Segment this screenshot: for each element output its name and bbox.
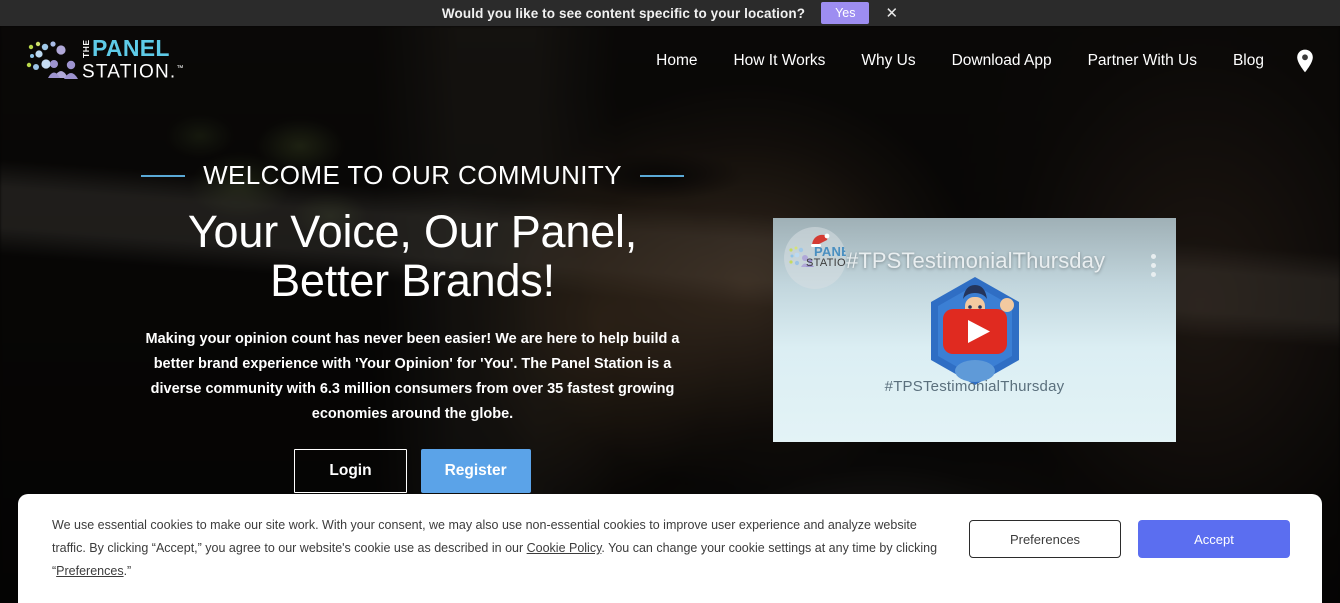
hero-paragraph: Making your opinion count has never been…	[145, 331, 680, 422]
preferences-button[interactable]: Preferences	[969, 520, 1121, 558]
cookie-banner-text: We use essential cookies to make our sit…	[52, 514, 952, 583]
site-logo[interactable]: THE PANEL STATION.™	[26, 36, 201, 84]
cookie-banner-buttons: Preferences Accept	[969, 520, 1290, 558]
video-character-graphic	[927, 275, 1023, 387]
hero-eyebrow: WELCOME TO OUR COMMUNITY	[203, 160, 622, 190]
location-pin-icon[interactable]	[1296, 49, 1314, 73]
hero-headline-line1: Your Voice, Our Panel,	[187, 206, 638, 257]
location-prompt-message: Would you like to see content specific t…	[441, 5, 806, 21]
hero-headline: Your Voice, Our Panel, Better Brands!	[110, 207, 715, 305]
register-button[interactable]: Register	[420, 449, 531, 493]
site-header: THE PANEL STATION.™ Home How It Works Wh…	[0, 26, 1340, 96]
logo-people-dots-icon	[26, 38, 86, 82]
cookie-text-part3: .”	[123, 564, 132, 578]
location-yes-button[interactable]: Yes	[821, 2, 870, 24]
preferences-link[interactable]: Preferences	[56, 564, 123, 578]
main-navigation: Home How It Works Why Us Download App Pa…	[638, 26, 1314, 96]
youtube-video-embed[interactable]: PANEL STATION #TPSTestimonialThursday	[773, 218, 1176, 442]
location-prompt-bar: Would you like to see content specific t…	[0, 0, 1340, 26]
nav-item-why-us[interactable]: Why Us	[843, 52, 933, 70]
accept-button[interactable]: Accept	[1138, 520, 1290, 558]
nav-item-download-app[interactable]: Download App	[934, 52, 1070, 70]
hero-eyebrow-row: WELCOME TO OUR COMMUNITY	[110, 160, 715, 191]
hero-action-buttons: Login Register	[110, 449, 715, 493]
eyebrow-line-right	[639, 174, 684, 177]
nav-item-home[interactable]: Home	[638, 52, 715, 70]
cookie-policy-link[interactable]: Cookie Policy	[527, 541, 602, 555]
logo-the-text: THE	[81, 39, 91, 59]
video-caption: #TPSTestimonialThursday	[884, 378, 1065, 395]
cookie-consent-banner: We use essential cookies to make our sit…	[18, 494, 1322, 603]
hero-headline-line2: Better Brands!	[270, 255, 555, 306]
hero-content: WELCOME TO OUR COMMUNITY Your Voice, Our…	[110, 160, 715, 493]
login-button[interactable]: Login	[294, 449, 407, 493]
logo-panel-text: PANEL	[92, 35, 170, 62]
nav-item-partner-with-us[interactable]: Partner With Us	[1070, 52, 1215, 70]
nav-item-blog[interactable]: Blog	[1215, 52, 1282, 70]
nav-item-how-it-works[interactable]: How It Works	[715, 52, 843, 70]
close-icon[interactable]: ✕	[885, 6, 898, 21]
video-thumbnail-center	[773, 266, 1176, 396]
logo-station-text: STATION.™	[82, 61, 185, 83]
logo-wordmark: THE PANEL STATION.™	[81, 35, 185, 83]
eyebrow-line-left	[141, 174, 186, 177]
